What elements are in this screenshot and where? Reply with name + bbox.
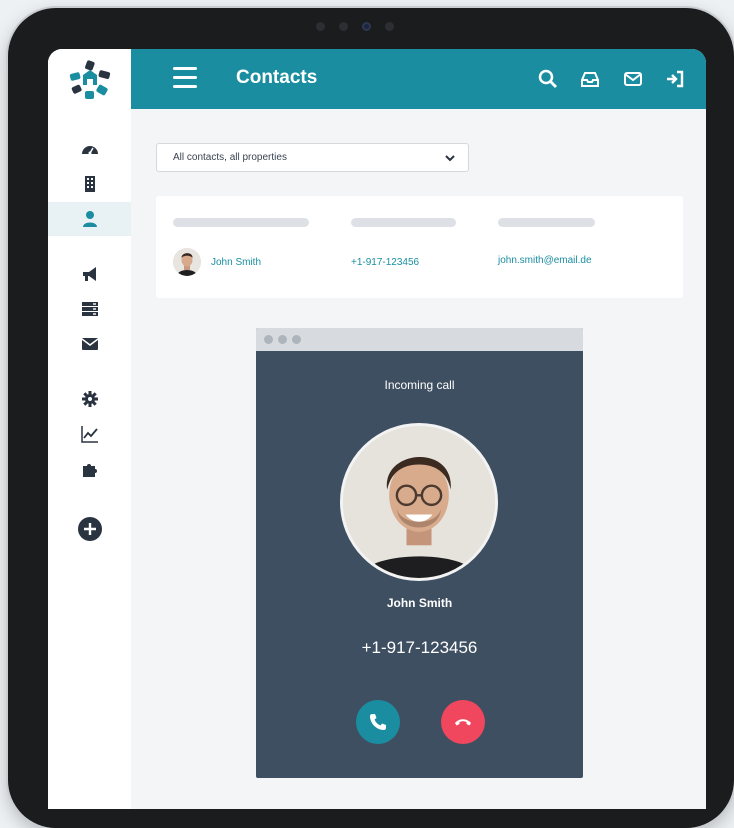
contacts-table: John Smith +1-917-123456 john.smith@emai…	[156, 196, 683, 298]
sidebar-item-plugins[interactable]	[48, 452, 131, 486]
sidebar-item-add[interactable]	[48, 512, 131, 546]
envelope-icon[interactable]	[623, 69, 643, 89]
megaphone-icon	[82, 267, 96, 281]
dashboard-icon	[81, 146, 98, 155]
column-header-placeholder	[173, 218, 309, 227]
menu-icon[interactable]	[173, 67, 197, 89]
sign-in-icon[interactable]	[665, 69, 685, 89]
sensor	[316, 22, 325, 31]
caller-photo	[340, 423, 498, 581]
sidebar	[48, 49, 131, 809]
gear-icon	[81, 391, 98, 407]
decline-call-button[interactable]	[441, 700, 485, 744]
user-icon	[82, 211, 97, 227]
contact-email[interactable]: john.smith@email.de	[498, 255, 592, 266]
avatar	[173, 248, 201, 276]
camera-bar	[316, 22, 394, 31]
sidebar-item-campaigns[interactable]	[48, 257, 131, 291]
window-dot	[292, 335, 301, 344]
window-dot	[264, 335, 273, 344]
contact-name: John Smith	[211, 257, 262, 268]
sidebar-item-mail[interactable]	[48, 327, 131, 361]
phone-icon	[370, 714, 386, 730]
chevron-down-icon	[445, 154, 455, 161]
top-bar: Contacts	[131, 49, 706, 109]
chart-icon	[80, 426, 98, 443]
column-header-placeholder	[351, 218, 456, 227]
sidebar-item-dashboard[interactable]	[48, 133, 131, 167]
camera-lens	[362, 22, 371, 31]
building-icon	[84, 176, 95, 192]
window-dot	[278, 335, 287, 344]
app-logo	[69, 60, 111, 99]
contact-phone: +1-917-123456	[351, 257, 420, 268]
accept-call-button[interactable]	[356, 700, 400, 744]
page-title: Contacts	[236, 67, 318, 88]
server-icon	[81, 302, 98, 316]
filter-selected-value: All contacts, all properties	[173, 152, 287, 163]
plus-circle-icon	[77, 517, 102, 541]
sensor	[385, 22, 394, 31]
call-status: Incoming call	[384, 378, 455, 392]
incoming-call-window: Incoming call John Smith +1-917-123456	[256, 328, 583, 778]
puzzle-icon	[82, 464, 97, 477]
caller-name: John Smith	[386, 596, 453, 610]
caller-phone: +1-917-123456	[361, 638, 478, 657]
window-title-bar	[256, 328, 583, 351]
app-screen: Contacts All contacts, all properties Jo…	[48, 49, 706, 809]
sidebar-item-servers[interactable]	[48, 292, 131, 326]
sidebar-item-contacts[interactable]	[48, 202, 131, 236]
sidebar-item-reports[interactable]	[48, 417, 131, 451]
hang-up-icon	[455, 719, 471, 726]
sidebar-item-companies[interactable]	[48, 167, 131, 201]
column-header-placeholder	[498, 218, 595, 227]
search-icon[interactable]	[538, 69, 558, 89]
mail-icon	[81, 338, 98, 350]
sidebar-item-settings[interactable]	[48, 382, 131, 416]
inbox-icon[interactable]	[580, 69, 600, 89]
sensor	[339, 22, 348, 31]
contacts-filter-select[interactable]: All contacts, all properties	[156, 143, 469, 172]
